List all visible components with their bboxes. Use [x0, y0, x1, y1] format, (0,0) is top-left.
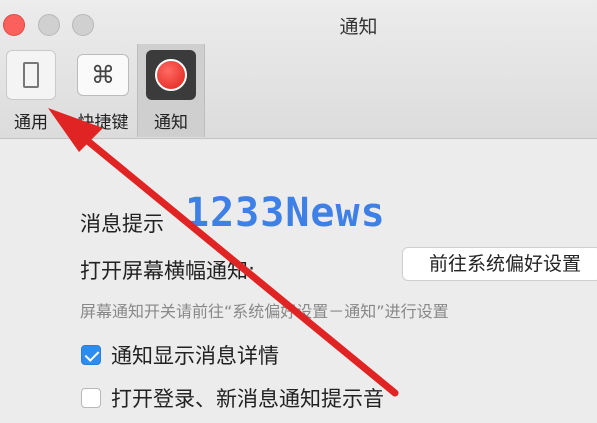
- annotation-arrow-icon: [48, 108, 399, 397]
